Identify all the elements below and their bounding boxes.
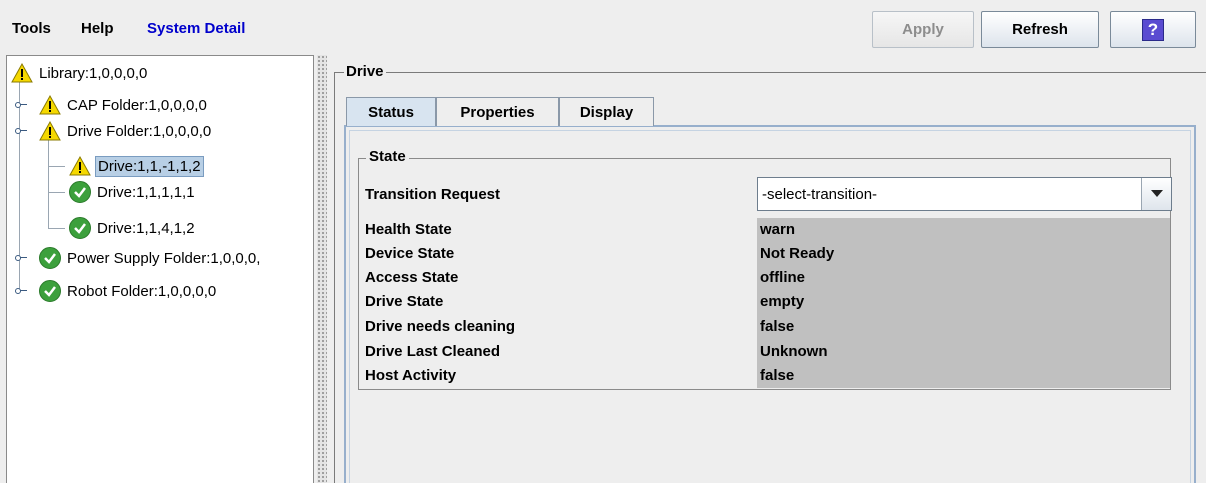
tree-label: Library:1,0,0,0,0 <box>39 64 148 82</box>
tree-label: Drive:1,1,-1,1,2 <box>95 155 204 177</box>
tree-node-drive[interactable]: Drive:1,1,1,1,1 <box>69 179 195 205</box>
tree-node-drive[interactable]: Drive:1,1,4,1,2 <box>69 215 195 241</box>
tree-line <box>49 166 65 167</box>
refresh-button[interactable]: Refresh <box>981 11 1099 48</box>
help-button[interactable]: ? <box>1110 11 1196 48</box>
tree-node-drive-folder[interactable]: Drive Folder:1,0,0,0,0 <box>39 118 211 144</box>
warning-icon <box>69 156 91 176</box>
menu-tools[interactable]: Tools <box>12 20 51 37</box>
help-icon: ? <box>1142 18 1164 41</box>
tab-status[interactable]: Status <box>346 97 436 126</box>
top-toolbar: Tools Help System Detail Apply Refresh ? <box>0 0 1206 54</box>
row-label: Host Activity <box>365 367 457 384</box>
expand-handle[interactable] <box>15 287 27 295</box>
navigation-tree: Library:1,0,0,0,0 CAP Folder:1,0,0,0,0 D… <box>6 55 314 483</box>
row-value: false <box>760 367 795 384</box>
tree-label: Drive:1,1,4,1,2 <box>97 219 195 237</box>
row-label: Health State <box>365 221 452 238</box>
transition-request-label: Transition Request <box>365 186 501 203</box>
row-label: Access State <box>365 269 459 286</box>
section-title: State <box>366 148 409 165</box>
tree-node-library[interactable]: Library:1,0,0,0,0 <box>11 60 147 86</box>
tree-label: Robot Folder:1,0,0,0,0 <box>67 282 217 300</box>
tree-node-power-supply-folder[interactable]: Power Supply Folder:1,0,0,0, <box>39 245 260 271</box>
split-pane-divider[interactable] <box>317 55 327 483</box>
tree-line <box>48 140 49 229</box>
tree-label: CAP Folder:1,0,0,0,0 <box>67 96 207 114</box>
check-icon <box>69 181 91 203</box>
row-label: Device State <box>365 245 455 262</box>
tree-label: Drive:1,1,1,1,1 <box>97 183 195 201</box>
tree-node-cap-folder[interactable]: CAP Folder:1,0,0,0,0 <box>39 92 207 118</box>
row-label: Drive Last Cleaned <box>365 343 501 360</box>
panel-title: Drive <box>344 63 386 80</box>
tab-display[interactable]: Display <box>559 97 654 126</box>
row-value: empty <box>760 293 805 310</box>
row-value: Unknown <box>760 343 828 360</box>
tree-label: Power Supply Folder:1,0,0,0, <box>67 249 261 267</box>
dropdown-arrow-icon[interactable] <box>1141 178 1171 210</box>
apply-button[interactable]: Apply <box>872 11 974 48</box>
check-icon <box>69 217 91 239</box>
expand-handle[interactable] <box>15 254 27 262</box>
transition-request-select[interactable]: -select-transition- <box>757 177 1172 211</box>
row-value: offline <box>760 269 805 286</box>
menu-system-detail[interactable]: System Detail <box>147 20 245 37</box>
select-value: -select-transition- <box>762 185 878 203</box>
warning-icon <box>11 63 33 83</box>
row-value: warn <box>760 221 796 238</box>
row-value: false <box>760 318 795 335</box>
check-icon <box>39 247 61 269</box>
row-value: Not Ready <box>760 245 835 262</box>
check-icon <box>39 280 61 302</box>
tree-line <box>49 228 65 229</box>
tree-node-robot-folder[interactable]: Robot Folder:1,0,0,0,0 <box>39 278 216 304</box>
tab-properties[interactable]: Properties <box>436 97 559 126</box>
expand-handle[interactable] <box>15 101 27 109</box>
warning-icon <box>39 95 61 115</box>
tree-label: Drive Folder:1,0,0,0,0 <box>67 122 212 140</box>
tree-line <box>49 192 65 193</box>
menu-help[interactable]: Help <box>81 20 114 37</box>
values-background <box>757 218 1170 388</box>
row-label: Drive State <box>365 293 444 310</box>
collapse-handle[interactable] <box>15 127 27 135</box>
row-label: Drive needs cleaning <box>365 318 516 335</box>
tree-node-drive-selected[interactable]: Drive:1,1,-1,1,2 <box>69 153 204 179</box>
warning-icon <box>39 121 61 141</box>
